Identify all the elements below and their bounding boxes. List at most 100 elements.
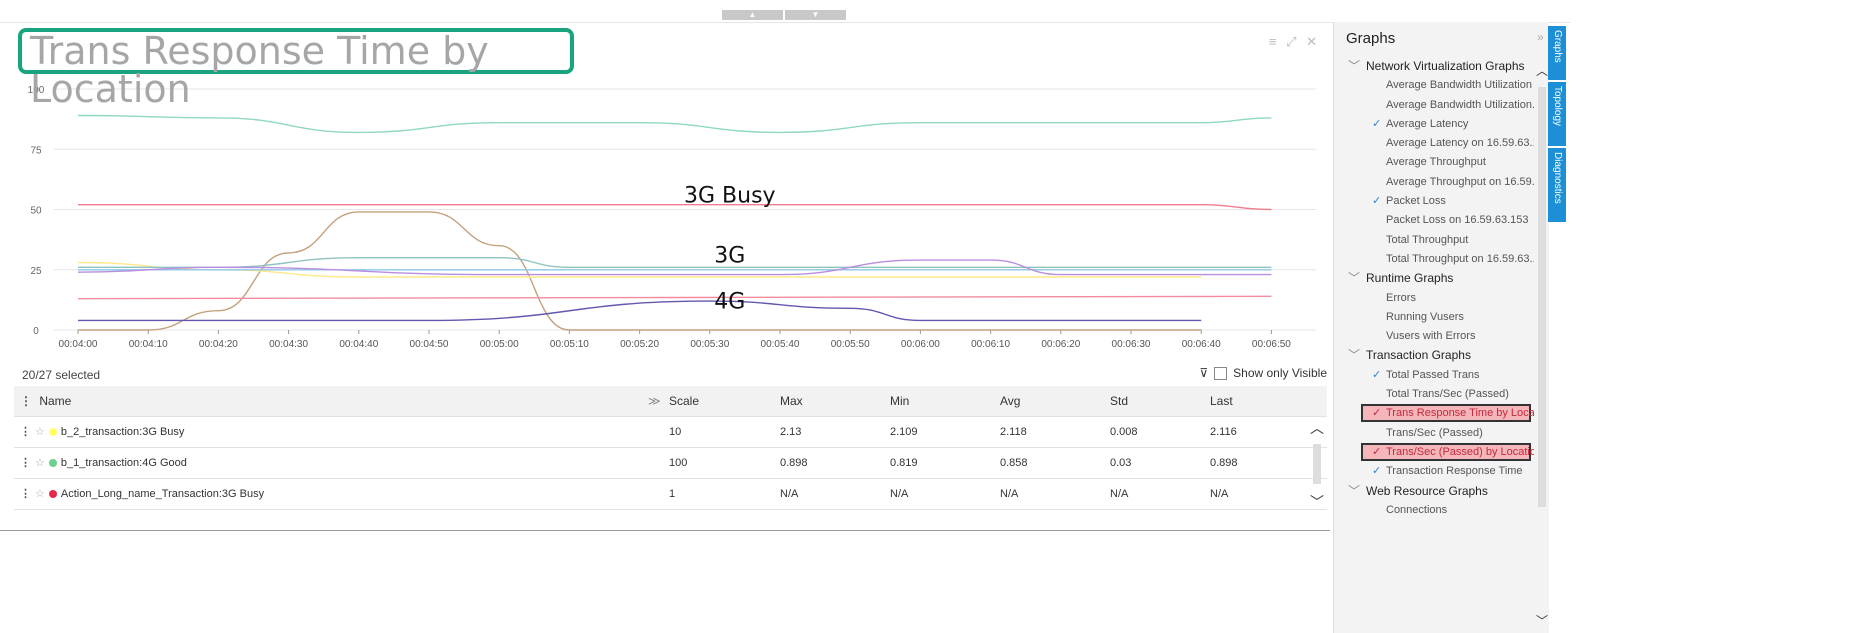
graph-item[interactable]: ✓ Packet Loss [1334,192,1534,211]
y-tick-label: 50 [30,206,42,217]
star-icon[interactable]: ☆ [35,457,45,469]
star-icon[interactable]: ☆ [35,488,45,500]
graph-item-label: Average Throughput on 16.59.... [1386,175,1534,188]
scroll-thumb[interactable] [1313,444,1321,484]
series-avg: 0.858 [1000,457,1028,469]
graph-item-label: Average Bandwidth Utilization... [1386,98,1534,111]
series-last: 2.116 [1210,426,1237,438]
graph-item[interactable]: Vusers with Errors [1334,327,1534,346]
chevron-down-icon[interactable]: ﹀ [1348,271,1360,285]
close-icon[interactable]: ✕ [1306,34,1317,49]
header-avg[interactable]: Avg [1000,386,1020,416]
table-scrollbar[interactable]: ︿ ﹀ [1309,418,1325,510]
tree-group[interactable]: ﹀ Network Virtualization Graphs [1334,57,1534,76]
graph-item-label: Total Throughput [1386,233,1469,246]
graph-item-label: Average Latency on 16.59.63.1... [1386,137,1534,150]
scroll-thumb[interactable] [1538,87,1546,507]
drag-handle-icon[interactable]: ⋮ [20,488,31,500]
tree-group[interactable]: ﹀ Transaction Graphs [1334,346,1534,365]
side-scrollbar[interactable]: ︿ ﹀ [1536,62,1548,632]
show-only-visible[interactable]: ⊽ Show only Visible [1199,366,1327,380]
x-tick-label: 00:05:50 [831,339,870,350]
graph-item[interactable]: Average Bandwidth Utilization... [1334,96,1534,115]
scroll-down-icon[interactable]: ﹀ [1536,612,1548,629]
header-last[interactable]: Last [1210,386,1233,416]
chevron-down-icon[interactable]: ﹀ [1348,348,1360,362]
collapse-down-icon[interactable]: ▼ [785,10,846,20]
series-scale[interactable]: 1 [669,479,675,509]
header-min[interactable]: Min [890,386,909,416]
series-scale[interactable]: 10 [669,417,681,447]
chart-title: Trans Response Time by Location [18,28,574,108]
x-tick-label: 00:05:00 [480,339,519,350]
expand-columns-icon[interactable]: ≫ [648,386,661,416]
x-tick-label: 00:05:20 [620,339,659,350]
drag-handle-icon[interactable]: ⋮ [20,426,31,438]
group-label: Transaction Graphs [1366,348,1471,363]
graph-item[interactable]: ✓ Total Passed Trans [1334,366,1534,385]
tree-group[interactable]: ﹀ Web Resource Graphs [1334,482,1534,501]
graph-item[interactable]: Average Throughput [1334,153,1534,172]
collapse-up-icon[interactable]: ▲ [722,10,783,20]
scroll-up-icon[interactable]: ︿ [1309,418,1325,438]
tab-topology[interactable]: Topology [1548,82,1566,146]
graph-item[interactable]: Packet Loss on 16.59.63.153 [1334,211,1534,230]
graph-item[interactable]: ✓ Average Latency [1334,115,1534,134]
tab-graphs[interactable]: Graphs [1548,26,1566,80]
header-std[interactable]: Std [1110,386,1128,416]
filter-icon[interactable]: ⊽ [1199,366,1208,380]
y-tick-label: 75 [30,145,42,156]
series-max: 0.898 [780,457,808,469]
header-max[interactable]: Max [780,386,803,416]
star-icon[interactable]: ☆ [35,426,45,438]
menu-icon[interactable]: ≡ [1269,34,1277,49]
scroll-up-icon[interactable]: ︿ [1536,62,1548,79]
graph-item[interactable]: Running Vusers [1334,308,1534,327]
series-line [77,300,1202,322]
tree-group[interactable]: ﹀ Runtime Graphs [1334,269,1534,288]
graph-item[interactable]: Total Throughput on 16.59.63.... [1334,250,1534,269]
header-name[interactable]: Name [39,394,71,408]
column-menu-icon[interactable]: ⋮ [20,394,32,408]
legend-row[interactable]: ⋮ ☆ Action_Long_name_Transaction:3G Busy 1 N… [14,479,1327,510]
panel-splitter[interactable]: ▲ ▼ [722,10,846,20]
legend-row[interactable]: ⋮ ☆ b_2_transaction:3G Busy 10 2.13 2.109 2.11… [14,417,1327,448]
scroll-down-icon[interactable]: ﹀ [1309,492,1325,512]
checkmark-icon: ✓ [1372,117,1382,130]
graph-item[interactable]: Errors [1334,289,1534,308]
graph-item[interactable]: Connections [1334,501,1534,520]
graph-item-label: Packet Loss on 16.59.63.153 [1386,214,1529,227]
x-tick-label: 00:06:10 [971,339,1010,350]
graph-item[interactable]: Trans/Sec (Passed) [1334,424,1534,443]
checkmark-icon: ✓ [1372,407,1382,420]
series-scale[interactable]: 100 [669,448,687,478]
graph-item-label: Packet Loss [1386,195,1446,208]
series-name: b_2_transaction:3G Busy [60,426,185,438]
collapse-panel-icon[interactable]: » [1537,30,1544,44]
graph-item[interactable]: ✓ Trans Response Time by Locati... [1334,404,1534,423]
x-tick-label: 00:04:30 [269,339,308,350]
series-color-dot[interactable] [48,490,57,499]
series-color-dot[interactable] [48,428,57,437]
graph-item[interactable]: Average Latency on 16.59.63.1... [1334,134,1534,153]
expand-icon[interactable]: ⤢ [1286,34,1296,49]
x-tick-label: 00:06:50 [1252,339,1291,350]
chevron-down-icon[interactable]: ﹀ [1348,59,1360,73]
graph-item[interactable]: Average Throughput on 16.59.... [1334,173,1534,192]
series-color-dot[interactable] [48,459,57,468]
graph-item[interactable]: Average Bandwidth Utilization [1334,76,1534,95]
graph-item[interactable]: Total Trans/Sec (Passed) [1334,385,1534,404]
header-scale[interactable]: Scale [669,386,699,416]
graph-item[interactable]: Total Throughput [1334,231,1534,250]
series-line [77,114,1272,134]
show-only-visible-checkbox[interactable] [1214,366,1228,380]
tab-diagnostics[interactable]: Diagnostics [1548,148,1566,222]
graph-tree: ﹀ Network Virtualization Graphs Average Ba… [1334,57,1534,520]
graph-item-label: Trans Response Time by Locati... [1386,407,1534,420]
graph-item[interactable]: ✓ Transaction Response Time [1334,462,1534,481]
drag-handle-icon[interactable]: ⋮ [20,457,31,469]
graph-item[interactable]: ✓ Trans/Sec (Passed) by Location [1334,442,1534,462]
legend-row[interactable]: ⋮ ☆ b_1_transaction:4G Good 100 0.898 0.819 0.… [14,448,1327,479]
chevron-down-icon[interactable]: ﹀ [1348,484,1360,498]
graph-item-label: Trans/Sec (Passed) [1386,426,1483,439]
